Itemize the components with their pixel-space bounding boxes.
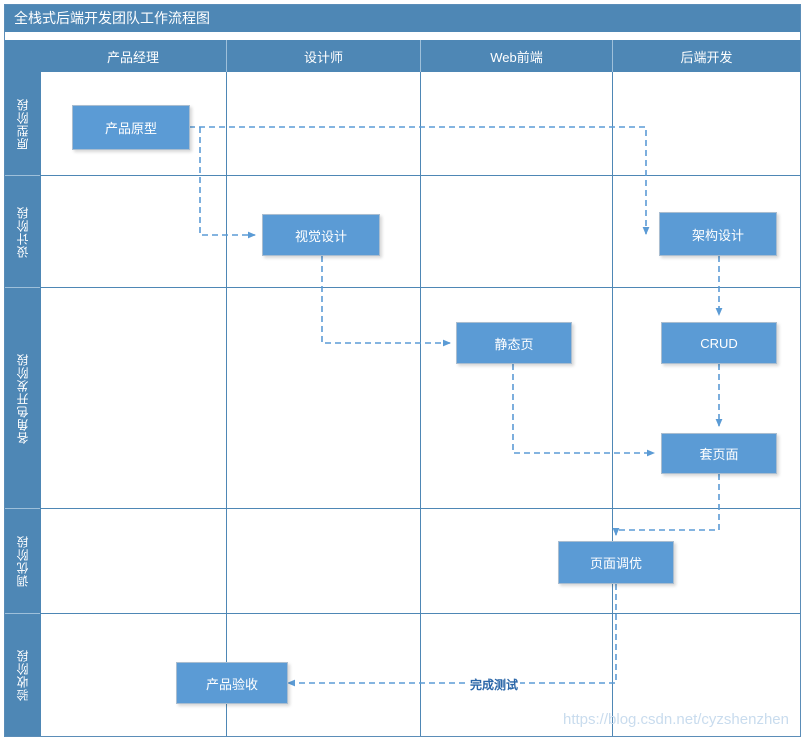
connector-tuning-to-acceptance bbox=[287, 584, 617, 687]
connector-prototype-to-architecture bbox=[189, 126, 650, 235]
node-static-page[interactable]: 静态页 bbox=[456, 322, 572, 364]
watermark-text: https://blog.csdn.net/cyzshenzhen bbox=[563, 711, 789, 728]
node-assemble-page[interactable]: 套页面 bbox=[661, 433, 777, 474]
connector-prototype-to-visual bbox=[199, 127, 256, 239]
node-crud[interactable]: CRUD bbox=[661, 322, 777, 364]
node-architecture-design[interactable]: 架构设计 bbox=[659, 212, 777, 256]
connector-assemble-to-tuning bbox=[612, 474, 720, 536]
node-product-acceptance[interactable]: 产品验收 bbox=[176, 662, 288, 704]
edge-label-complete-test: 完成测试 bbox=[468, 676, 521, 693]
connector-visual-to-static bbox=[321, 256, 451, 347]
node-page-tuning[interactable]: 页面调优 bbox=[558, 541, 674, 584]
connector-static-to-assemble bbox=[512, 364, 655, 457]
node-product-prototype[interactable]: 产品原型 bbox=[72, 105, 190, 150]
diagram-canvas: 全栈式后端开发团队工作流程图 产品经理 设计师 Web前端 后端开发 原型阶段 … bbox=[0, 0, 806, 742]
node-visual-design[interactable]: 视觉设计 bbox=[262, 214, 380, 256]
